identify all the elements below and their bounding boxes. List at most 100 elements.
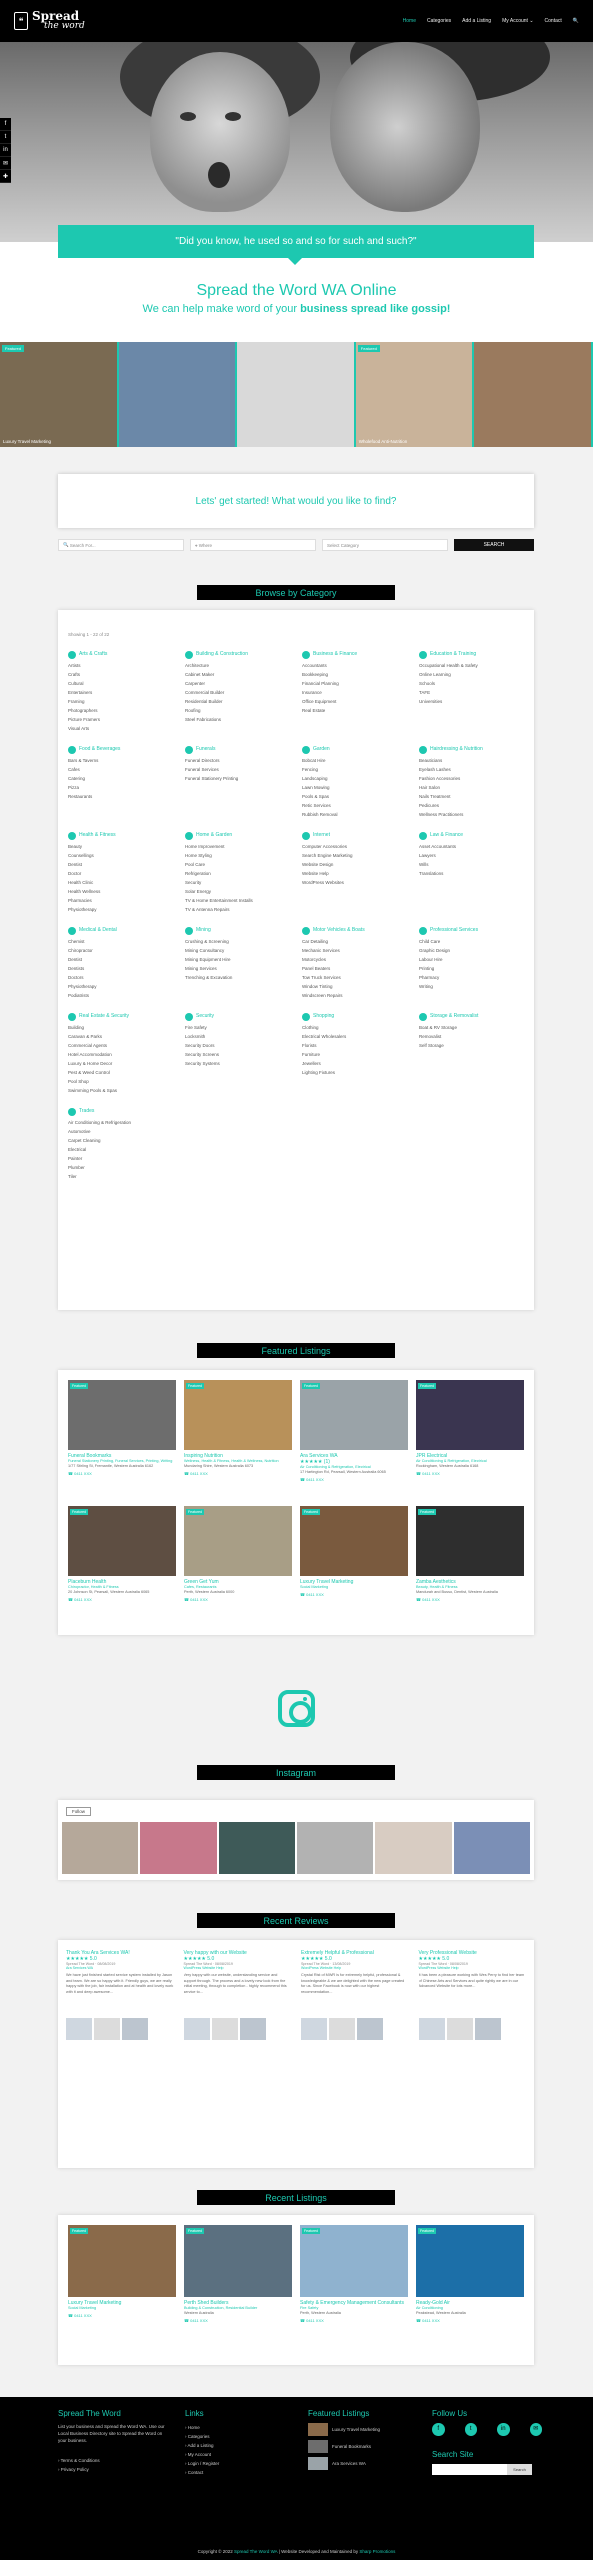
subcategory-link[interactable]: Carpenter <box>185 679 294 688</box>
share-icon[interactable]: f <box>0 118 11 131</box>
subcategory-link[interactable]: Locksmith <box>185 1032 294 1041</box>
instagram-photo[interactable] <box>453 1822 530 1874</box>
subcategory-link[interactable]: Automotive <box>68 1127 177 1136</box>
listing-card[interactable]: Featured Zamba Aesthetics Beauty, Health &… <box>416 1506 524 1626</box>
nav-item[interactable]: My Account ⌄ <box>502 18 533 24</box>
subcategory-link[interactable]: Lawyers <box>419 851 528 860</box>
subcategory-link[interactable]: Funeral Stationery Printing <box>185 774 294 783</box>
subcategory-link[interactable]: Self Storage <box>419 1041 528 1050</box>
instagram-photo[interactable] <box>140 1822 217 1874</box>
category-heading[interactable]: Hairdressing & Nutrition <box>419 745 528 754</box>
subcategory-link[interactable]: Plumber <box>68 1163 177 1172</box>
subcategory-link[interactable]: Mining Services <box>185 964 294 973</box>
subcategory-link[interactable]: Fashion Accessories <box>419 774 528 783</box>
share-icon[interactable]: ✉ <box>0 157 11 170</box>
subcategory-link[interactable]: Insurance <box>302 688 411 697</box>
footer-featured-name[interactable]: Luxury Travel Marketing <box>332 2425 380 2434</box>
category-heading[interactable]: Professional Services <box>419 926 528 935</box>
listing-card[interactable]: Featured Ready-Gold Air Air Conditioning Pe… <box>416 2225 524 2345</box>
subcategory-link[interactable]: Cafes <box>68 765 177 774</box>
subcategory-link[interactable]: Child Care <box>419 937 528 946</box>
subcategory-link[interactable]: Wills <box>419 860 528 869</box>
subcategory-link[interactable]: Steel Fabrications <box>185 715 294 724</box>
subcategory-link[interactable]: Pizza <box>68 783 177 792</box>
subcategory-link[interactable]: Funeral Services <box>185 765 294 774</box>
category-name[interactable]: Hairdressing & Nutrition <box>430 745 483 754</box>
subcategory-link[interactable]: Counsellings <box>68 851 177 860</box>
subcategory-link[interactable]: Chiropractor <box>68 946 177 955</box>
subcategory-link[interactable]: Visual Arts <box>68 724 177 733</box>
footer-link[interactable]: › Contact <box>185 2468 285 2477</box>
subcategory-link[interactable]: Dentists <box>68 964 177 973</box>
subcategory-link[interactable]: Doctor <box>68 869 177 878</box>
category-heading[interactable]: Funerals <box>185 745 294 754</box>
subcategory-link[interactable]: Financial Planning <box>302 679 411 688</box>
category-name[interactable]: Trades <box>79 1107 94 1116</box>
subcategory-link[interactable]: Windscreen Repairs <box>302 991 411 1000</box>
subcategory-link[interactable]: Real Estate <box>302 706 411 715</box>
listing-phone[interactable]: ☎ 0411 XXX <box>416 1471 524 1476</box>
listing-phone[interactable]: ☎ 0411 XXX <box>300 2318 408 2323</box>
listing-phone[interactable]: ☎ 0411 XXX <box>184 1471 292 1476</box>
search-input[interactable]: 🔍 Search For... <box>58 539 184 551</box>
carousel-slide[interactable]: Featured Wholefood Anti-Nutrition <box>355 342 475 447</box>
subcategory-link[interactable]: Luxury & Home Decor <box>68 1059 177 1068</box>
share-icon[interactable]: in <box>0 144 11 157</box>
subcategory-link[interactable]: Window Tinting <box>302 982 411 991</box>
subcategory-link[interactable]: Residential Builder <box>185 697 294 706</box>
search-button[interactable]: SEARCH <box>454 539 534 551</box>
subcategory-link[interactable]: Commercial Builder <box>185 688 294 697</box>
review-listing-link[interactable]: WordPress Website Help <box>419 1966 527 1970</box>
listing-image[interactable]: Featured <box>184 1506 292 1576</box>
category-heading[interactable]: Business & Finance <box>302 650 411 659</box>
category-heading[interactable]: Medical & Dental <box>68 926 177 935</box>
subcategory-link[interactable]: Clothing <box>302 1023 411 1032</box>
subcategory-link[interactable]: Entertainers <box>68 688 177 697</box>
subcategory-link[interactable]: Lawn Mowing <box>302 783 411 792</box>
category-name[interactable]: Security <box>196 1012 214 1021</box>
instagram-photo[interactable] <box>375 1822 452 1874</box>
subcategory-link[interactable]: Pharmacy <box>419 973 528 982</box>
subcategory-link[interactable]: Nails Treatment <box>419 792 528 801</box>
subcategory-link[interactable]: Crafts <box>68 670 177 679</box>
category-name[interactable]: Professional Services <box>430 926 478 935</box>
instagram-photo[interactable] <box>218 1822 295 1874</box>
subcategory-link[interactable]: Computer Accessories <box>302 842 411 851</box>
category-heading[interactable]: Garden <box>302 745 411 754</box>
subcategory-link[interactable]: Artists <box>68 661 177 670</box>
subcategory-link[interactable]: Home Styling <box>185 851 294 860</box>
carousel-slide[interactable] <box>474 342 593 447</box>
share-icon[interactable]: t <box>0 131 11 144</box>
category-name[interactable]: Education & Training <box>430 650 476 659</box>
listing-phone[interactable]: ☎ 0411 XXX <box>300 1592 408 1597</box>
footer-social-icon[interactable]: f <box>432 2423 445 2436</box>
subcategory-link[interactable]: Florists <box>302 1041 411 1050</box>
category-heading[interactable]: Shopping <box>302 1012 411 1021</box>
subcategory-link[interactable]: Security Screens <box>185 1050 294 1059</box>
category-heading[interactable]: Law & Finance <box>419 831 528 840</box>
footer-link[interactable]: › Privacy Policy <box>58 2465 170 2474</box>
listing-image[interactable]: Featured <box>184 2225 292 2297</box>
listing-card[interactable]: Featured Luxury Travel Marketing Social Ma… <box>68 2225 176 2345</box>
listing-card[interactable]: Featured Luxury Travel Marketing Social Ma… <box>300 1506 408 1626</box>
listing-image[interactable]: Featured <box>300 2225 408 2297</box>
listing-categories[interactable]: Social Marketing <box>68 2306 176 2311</box>
footer-search-input[interactable] <box>432 2464 507 2475</box>
subcategory-link[interactable]: Universities <box>419 697 528 706</box>
subcategory-link[interactable]: Pool Shop <box>68 1077 177 1086</box>
footer-social-icon[interactable]: in <box>497 2423 510 2436</box>
category-heading[interactable]: Arts & Crafts <box>68 650 177 659</box>
subcategory-link[interactable]: Health Clinic <box>68 878 177 887</box>
subcategory-link[interactable]: Catering <box>68 774 177 783</box>
carousel-slide[interactable] <box>237 342 356 447</box>
subcategory-link[interactable]: Chemist <box>68 937 177 946</box>
category-heading[interactable]: Mining <box>185 926 294 935</box>
subcategory-link[interactable]: Roofing <box>185 706 294 715</box>
instagram-icon[interactable] <box>278 1690 315 1727</box>
subcategory-link[interactable]: Home Improvement <box>185 842 294 851</box>
subcategory-link[interactable]: Tow Truck Services <box>302 973 411 982</box>
subcategory-link[interactable]: Funeral Directors <box>185 756 294 765</box>
subcategory-link[interactable]: Translations <box>419 869 528 878</box>
subcategory-link[interactable]: Mining Equipment Hire <box>185 955 294 964</box>
review-listing-link[interactable]: Ara Services WA <box>66 1966 174 1970</box>
